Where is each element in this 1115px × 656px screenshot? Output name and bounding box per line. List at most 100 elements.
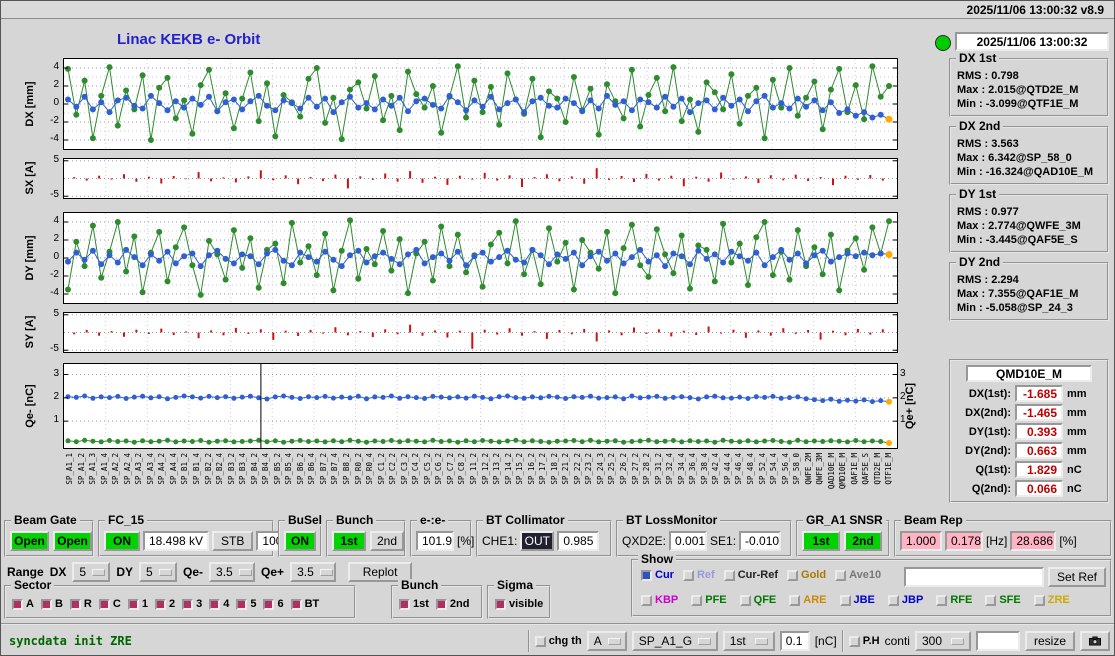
- orbit-statistics: DX 1st RMS : 0.798 Max : 2.015@QTD2E_M M…: [949, 49, 1109, 321]
- separator: [527, 630, 530, 652]
- threshold-unit: [nC]: [814, 634, 837, 648]
- chg-th-toggle[interactable]: chg th: [534, 635, 582, 647]
- stat-min: Min : -5.058@SP_24_3: [957, 302, 1073, 314]
- y-tick-label: 2: [53, 390, 59, 402]
- threshold-input[interactable]: 0.1: [779, 631, 810, 651]
- che1-out-button[interactable]: OUT: [520, 531, 555, 551]
- bpm-name-label: SP_26_2: [619, 453, 628, 485]
- set-ref-input[interactable]: [904, 567, 1044, 587]
- range-dy-select[interactable]: 5: [139, 562, 178, 582]
- show-jbp-toggle[interactable]: JBP: [887, 594, 923, 606]
- bunch-1st-toggle[interactable]: 1st: [399, 598, 429, 610]
- checkbox-icon: [682, 569, 694, 581]
- ph-toggle[interactable]: P.H: [848, 635, 880, 647]
- show-jbe-toggle[interactable]: JBE: [839, 594, 875, 606]
- bunch-2nd-toggle[interactable]: 2nd: [435, 598, 469, 610]
- sector-r-toggle[interactable]: R: [69, 598, 92, 610]
- stat-rms: RMS : 0.798: [957, 70, 1019, 82]
- sy-steering-plot[interactable]: [63, 312, 898, 353]
- status-controls: chg th A SP_A1_G 1st 0.1 [nC] P.H conti …: [527, 630, 1110, 652]
- show-kbp-toggle[interactable]: KBP: [641, 594, 678, 606]
- fc15-stb-button[interactable]: STB: [212, 531, 254, 551]
- sector-b-toggle[interactable]: B: [40, 598, 63, 610]
- show-cur-toggle[interactable]: Cur: [641, 569, 674, 581]
- stat-min: Min : -16.324@QAD10E_M: [957, 166, 1094, 178]
- sector-6-toggle[interactable]: 6: [263, 598, 284, 610]
- bpm-name-label: SP_16_2: [526, 453, 536, 485]
- sector-5-toggle[interactable]: 5: [236, 598, 256, 610]
- show-pfe-toggle[interactable]: PFE: [691, 594, 727, 606]
- stat-box-dx-1st: DX 1st RMS : 0.798 Max : 2.015@QTD2E_M M…: [949, 52, 1109, 117]
- checkbox-icon: [69, 598, 81, 610]
- bpm-name-label: QWFE_3M: [815, 453, 825, 485]
- sector-a-toggle[interactable]: A: [12, 598, 34, 610]
- show-ref-toggle[interactable]: Ref: [682, 569, 715, 581]
- screenshot-button[interactable]: [1080, 631, 1110, 651]
- checkbox-icon: [263, 598, 275, 610]
- show-sfe-toggle[interactable]: SFE: [985, 594, 1021, 606]
- fc15-panel: FC_15 ON 18.498 kV STB 100 %: [98, 514, 303, 557]
- sector-c-toggle[interactable]: C: [98, 598, 121, 610]
- checkbox-icon: [936, 594, 948, 606]
- set-ref-button[interactable]: Set Ref: [1048, 567, 1106, 587]
- dy-orbit-plot[interactable]: [63, 212, 898, 304]
- sector-1-toggle[interactable]: 1: [127, 598, 148, 610]
- range-qep-select[interactable]: 3.5: [290, 562, 337, 582]
- bunch-order-select[interactable]: 1st: [722, 631, 775, 651]
- checkbox-icon: [182, 598, 194, 610]
- checkbox-icon: [236, 598, 248, 610]
- bpm-name-label: SP_32_4: [665, 453, 675, 485]
- bpm-name-label: SP_B6_4: [307, 453, 317, 485]
- selected-value-row: DY(2nd): 0.663 mm: [965, 442, 1087, 459]
- sector-bt-toggle[interactable]: BT: [290, 598, 319, 610]
- y-tick-label: -2: [50, 115, 59, 126]
- charge-plot[interactable]: [63, 363, 898, 449]
- bpm-name-label: SP_B1_4: [191, 453, 201, 485]
- interval-input[interactable]: [975, 631, 1020, 651]
- bpm-name-label: SP_B3_4: [238, 453, 248, 485]
- bpm-name-label: QTF1E_M: [884, 453, 894, 485]
- bunch-2nd-button[interactable]: 2nd: [370, 531, 404, 551]
- beam-gate-open-1-button[interactable]: Open: [10, 531, 49, 551]
- busel-on-button[interactable]: ON: [284, 531, 316, 551]
- show-rfe-toggle[interactable]: RFE: [936, 594, 972, 606]
- beam-rep-value-1: 1.000: [900, 531, 942, 551]
- interval-select[interactable]: 300: [914, 631, 971, 651]
- show-zre-toggle[interactable]: ZRE: [1033, 594, 1070, 606]
- beam-gate-open-2-button[interactable]: Open: [53, 531, 92, 551]
- bpm-name-label: SP_52_4: [757, 453, 767, 485]
- bunch-1st-button[interactable]: 1st: [332, 531, 366, 551]
- snsr-1st-button[interactable]: 1st: [802, 531, 840, 551]
- snsr-2nd-button[interactable]: 2nd: [844, 531, 882, 551]
- range-dx-select[interactable]: 5: [72, 562, 111, 582]
- y-tick-label: -5: [50, 189, 59, 201]
- monitor-select[interactable]: SP_A1_G: [631, 631, 718, 651]
- sector-select[interactable]: A: [586, 631, 627, 651]
- y-tick-label: 4: [53, 61, 59, 72]
- checkbox-icon: [1033, 594, 1045, 606]
- dx-orbit-plot[interactable]: [63, 58, 898, 150]
- fc15-on-button[interactable]: ON: [104, 531, 140, 551]
- sx-steering-plot[interactable]: [63, 158, 898, 199]
- range-dx-label: DX: [49, 565, 67, 579]
- se1-value: -0.010: [739, 531, 782, 551]
- show-qfe-toggle[interactable]: QFE: [739, 594, 776, 606]
- sector-panel: Sector A B R C 1 2 3 4 5 6 BT: [4, 579, 356, 619]
- show-gold-toggle[interactable]: Gold: [787, 569, 826, 581]
- sector-2-toggle[interactable]: 2: [154, 598, 175, 610]
- option-menu-icon: [754, 637, 768, 645]
- beam-rep-panel: Beam Rep 1.000 0.178 [Hz] 28.686 [%]: [894, 514, 1112, 557]
- beam-rep-pct-unit: [%]: [1059, 534, 1077, 548]
- bpm-name-label: SP_A1_4: [99, 453, 109, 485]
- show-are-toggle[interactable]: ARE: [789, 594, 827, 606]
- sigma-visible-toggle[interactable]: visible: [495, 598, 543, 610]
- status-bar: syncdata init ZRE chg th A SP_A1_G 1st 0…: [1, 623, 1114, 655]
- bpm-name-label: SP_B4_2: [249, 453, 259, 485]
- resize-button[interactable]: resize: [1024, 631, 1075, 651]
- range-qem-select[interactable]: 3.5: [209, 562, 256, 582]
- sector-4-toggle[interactable]: 4: [209, 598, 229, 610]
- show-cur-ref-toggle[interactable]: Cur-Ref: [723, 569, 778, 581]
- sector-3-toggle[interactable]: 3: [182, 598, 202, 610]
- checkbox-icon: [691, 594, 703, 606]
- show-ave10-toggle[interactable]: Ave10: [835, 569, 881, 581]
